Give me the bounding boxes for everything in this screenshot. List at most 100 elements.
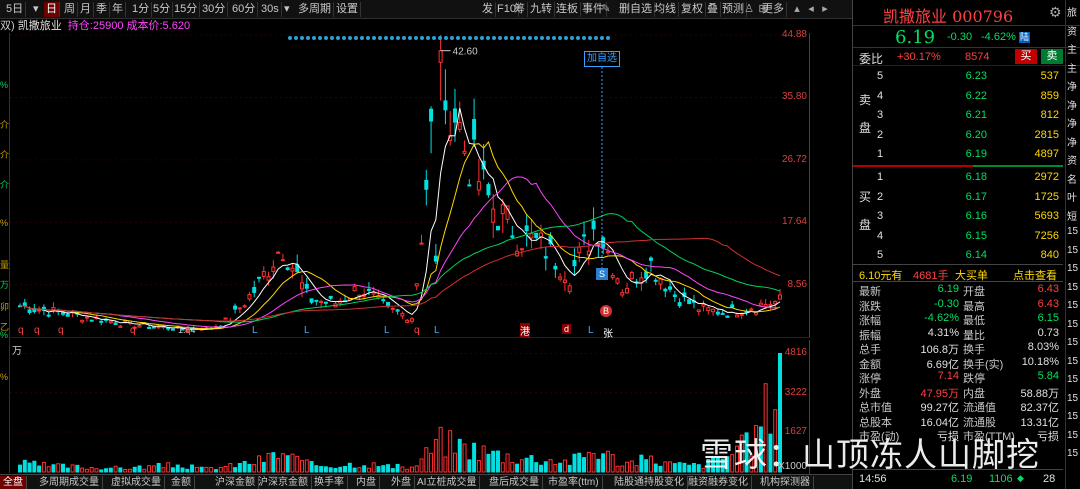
period-0-button[interactable]: 5日	[4, 2, 27, 17]
right-scroll-column: 旅资主主净净净净资名叶短 15 15 15 15 15 15 15 15 15 15 15 15 15	[1065, 0, 1080, 489]
candle-body	[773, 300, 778, 305]
indicator-tab-0[interactable]: 全盘	[0, 476, 27, 489]
add-watchlist-button[interactable]: 加自选	[584, 51, 620, 67]
side-column-item: 净	[1067, 137, 1077, 149]
b-marker[interactable]: B	[600, 305, 612, 317]
volume-bar	[476, 459, 481, 473]
period-dropdown-2[interactable]: ▾	[31, 2, 41, 17]
signal-marker: q	[185, 325, 191, 336]
toolbar-btn-2[interactable]: 筹	[512, 2, 528, 17]
indicator-tab-9[interactable]: AI立桩成交量	[414, 476, 481, 489]
level-price: 6.21	[965, 109, 987, 122]
candle-body	[400, 313, 405, 317]
period-2-button[interactable]: 周	[62, 2, 78, 17]
indicator-tab-4[interactable]: 沪深金额	[212, 476, 259, 489]
toolbar-btn-0[interactable]: 发	[480, 2, 496, 17]
indicator-tab-2[interactable]: 虚拟成交量	[108, 476, 165, 489]
event-dot	[522, 36, 526, 40]
sell-button[interactable]: 卖	[1041, 49, 1063, 64]
big-order-link[interactable]: 点击查看	[1013, 267, 1057, 283]
stat-value: 8.03%	[1027, 341, 1059, 353]
period-dropdown[interactable]: ▾	[282, 2, 292, 17]
period-10-button[interactable]: 60分	[230, 2, 259, 17]
candle-body	[715, 311, 720, 315]
volume-bar	[185, 468, 190, 473]
level-price: 6.15	[965, 229, 987, 242]
candle-body	[701, 303, 706, 307]
period-3-button[interactable]: 月	[78, 2, 94, 17]
level-volume: 1725	[1034, 190, 1059, 203]
settings-gear-icon[interactable]: ⚙	[1049, 4, 1062, 21]
period-1-button[interactable]: 日	[44, 2, 60, 17]
ask-levels: 5 6.23 537 4 6.22 859 3 6.21 812 2 6.20 2815 1 6.19 48…	[853, 67, 1063, 165]
volume-bar	[328, 467, 333, 473]
indicator-tab-11[interactable]: 市盈率(ttm)	[545, 476, 603, 489]
level-num: 5	[877, 249, 884, 262]
event-dot	[366, 36, 370, 40]
volume-bar	[161, 467, 166, 473]
period-6-button[interactable]: 1分	[130, 2, 153, 17]
toolbar-btn-8[interactable]: 复权	[679, 2, 706, 17]
arrow-up-icon[interactable]: ▴	[790, 2, 804, 17]
period-11-button[interactable]: 30s	[259, 2, 282, 17]
left-marker-9: %	[0, 330, 9, 340]
period-13-button[interactable]: 设置	[334, 2, 361, 17]
grid-icon[interactable]: ⊞	[756, 2, 770, 17]
candle-body	[414, 283, 419, 287]
period-8-button[interactable]: 15分	[172, 2, 201, 17]
volume-bar	[486, 453, 491, 473]
volume-bar	[300, 460, 305, 473]
indicator-tab-8[interactable]: 外盘	[388, 476, 415, 489]
event-dot	[324, 36, 328, 40]
indicator-tab-13[interactable]: 融资融券变化	[685, 476, 752, 489]
candle-body	[366, 288, 371, 291]
indicator-tab-7[interactable]: 内盘	[353, 476, 380, 489]
indicator-tab-3[interactable]: 金额	[168, 476, 195, 489]
s-marker[interactable]: S	[596, 268, 608, 280]
toolbar-btn-7[interactable]: 均线	[652, 2, 679, 17]
person-icon[interactable]: ♙	[742, 2, 756, 17]
candle-body	[620, 292, 625, 296]
candle-body	[567, 285, 572, 293]
level-price: 6.20	[965, 128, 987, 141]
volume-bar	[237, 462, 242, 473]
event-dot	[534, 36, 538, 40]
event-dot	[318, 36, 322, 40]
indicator-tab-5[interactable]: 沪深京金额	[255, 476, 312, 489]
period-4-button[interactable]: 季	[94, 2, 110, 17]
left-marker-2: 介	[0, 150, 10, 160]
volume-chart[interactable]: 4816 3222 1627 X1000 万	[10, 340, 810, 475]
indicator-tab-10[interactable]: 盘后成交量	[486, 476, 543, 489]
toolbar-btn-4[interactable]: 连板	[554, 2, 581, 17]
side-column-item: 15	[1067, 226, 1079, 237]
toolbar-btn-3[interactable]: 九转	[528, 2, 555, 17]
kline-chart[interactable]: 42.60 1.84 q q q q q L L Lq L L 44.88 35.80 26.72 17.6…	[10, 29, 810, 340]
buy-button[interactable]: 买	[1015, 49, 1037, 64]
candle-body	[429, 108, 434, 122]
period-9-button[interactable]: 30分	[200, 2, 229, 17]
indicator-tab-12[interactable]: 陆股通持股变化	[611, 476, 688, 489]
candle-body	[591, 220, 596, 230]
toolbar-btn-9[interactable]: 叠	[705, 2, 721, 17]
indicator-tab-14[interactable]: 机构探测器	[757, 476, 814, 489]
level-price: 6.23	[965, 70, 987, 82]
volume-bar	[620, 465, 625, 473]
level-num: 2	[877, 128, 884, 141]
candle-body	[582, 234, 587, 237]
pencil-icon[interactable]: ✎	[599, 2, 613, 17]
indicator-tab-6[interactable]: 换手率	[311, 476, 348, 489]
toolbar-btn-6[interactable]: 删自选	[617, 2, 655, 17]
period-12-button[interactable]: 多周期	[296, 2, 334, 17]
volume-bar	[519, 459, 524, 473]
volume-bar	[333, 467, 338, 473]
side-column-item: 15	[1067, 355, 1079, 367]
stat-value: 6.15	[1037, 312, 1059, 324]
level-volume: 7256	[1034, 229, 1059, 242]
period-7-button[interactable]: 5分	[151, 2, 174, 17]
arrow-left-icon[interactable]: ◂	[804, 2, 818, 17]
volume-bar	[290, 453, 295, 473]
event-dot	[456, 36, 460, 40]
arrow-right-icon[interactable]: ▸	[818, 2, 832, 17]
indicator-tab-1[interactable]: 多周期成交量	[36, 476, 103, 489]
period-5-button[interactable]: 年	[110, 2, 126, 17]
